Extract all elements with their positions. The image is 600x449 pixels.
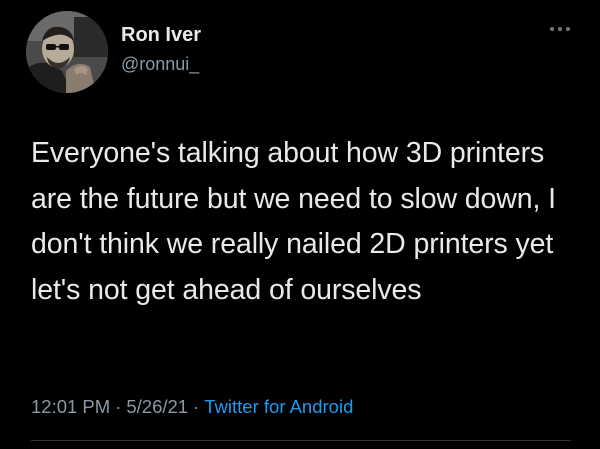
divider: [31, 440, 571, 441]
avatar-photo-icon: [26, 11, 108, 93]
avatar[interactable]: [26, 11, 108, 93]
separator: ·: [193, 396, 200, 417]
tweet-source-link[interactable]: Twitter for Android: [204, 396, 353, 417]
author-handle[interactable]: @ronnui_: [121, 53, 201, 75]
more-options-icon[interactable]: [549, 22, 571, 36]
more-dot: [550, 27, 554, 31]
more-dot: [566, 27, 570, 31]
separator: ·: [115, 396, 122, 417]
author-info: Ron Iver @ronnui_: [121, 23, 201, 75]
author-display-name[interactable]: Ron Iver: [121, 23, 201, 47]
more-dot: [558, 27, 562, 31]
tweet: Ron Iver @ronnui_ Everyone's talking abo…: [0, 0, 600, 449]
tweet-text: Everyone's talking about how 3D printers…: [31, 137, 556, 306]
tweet-time[interactable]: 12:01 PM: [31, 396, 110, 417]
tweet-date[interactable]: 5/26/21: [126, 396, 188, 417]
tweet-metadata: 12:01 PM · 5/26/21 · Twitter for Android: [31, 395, 353, 419]
